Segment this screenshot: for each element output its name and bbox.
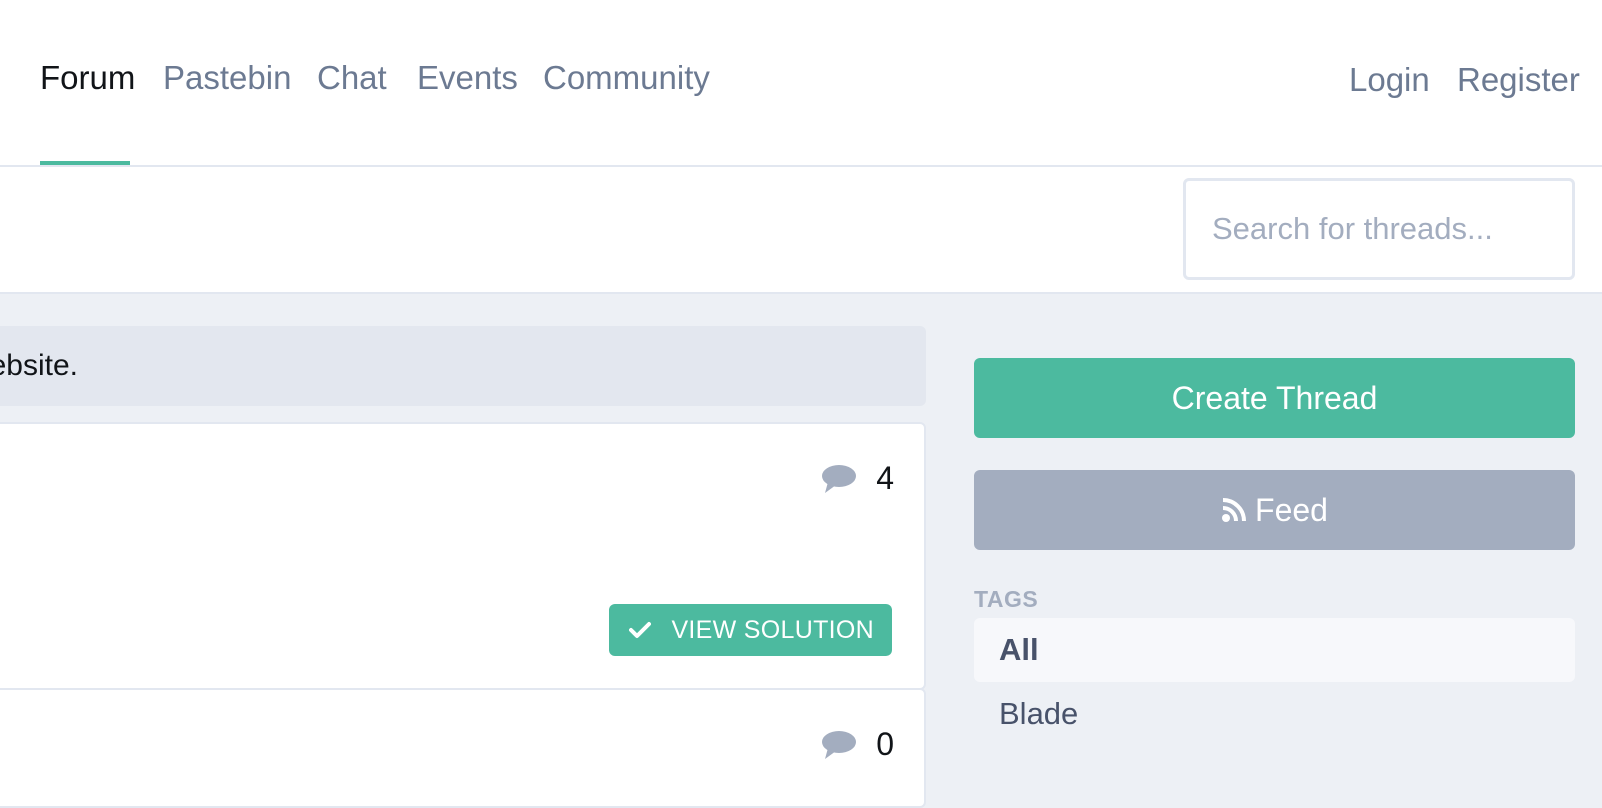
reply-count-value: 0 — [876, 726, 894, 762]
tag-item-blade[interactable]: Blade — [974, 682, 1575, 746]
tag-item-all[interactable]: All — [974, 618, 1575, 682]
check-icon — [629, 622, 652, 638]
create-thread-button[interactable]: Create Thread — [974, 358, 1575, 438]
thread-card[interactable]: 0 — [0, 688, 926, 808]
reply-count: 0 — [822, 726, 894, 763]
search-input[interactable] — [1183, 178, 1575, 280]
thread-card[interactable]: 4 VIEW SOLUTION — [0, 422, 926, 690]
nav-link-events[interactable]: Events — [417, 58, 518, 98]
search-bar-section — [0, 167, 1602, 294]
notice-banner: ebsite. — [0, 326, 926, 406]
reply-count: 4 — [822, 460, 894, 497]
notice-text: ebsite. — [0, 349, 78, 382]
nav-link-forum[interactable]: Forum — [40, 58, 135, 98]
nav-link-chat[interactable]: Chat — [317, 58, 387, 98]
feed-button[interactable]: Feed — [974, 470, 1575, 550]
view-solution-button[interactable]: VIEW SOLUTION — [609, 604, 892, 656]
active-tab-indicator — [40, 161, 130, 165]
tags-heading: TAGS — [974, 586, 1039, 612]
nav-link-pastebin[interactable]: Pastebin — [163, 58, 291, 98]
login-link[interactable]: Login — [1349, 60, 1430, 100]
comment-icon — [822, 730, 857, 759]
rss-icon — [1222, 498, 1247, 522]
feed-label: Feed — [1255, 491, 1328, 528]
view-solution-label: VIEW SOLUTION — [671, 615, 874, 644]
nav-link-community[interactable]: Community — [543, 58, 710, 98]
comment-icon — [822, 464, 857, 493]
top-navigation: Forum Pastebin Chat Events Community Log… — [0, 0, 1602, 167]
register-link[interactable]: Register — [1457, 60, 1580, 100]
reply-count-value: 4 — [876, 460, 894, 496]
